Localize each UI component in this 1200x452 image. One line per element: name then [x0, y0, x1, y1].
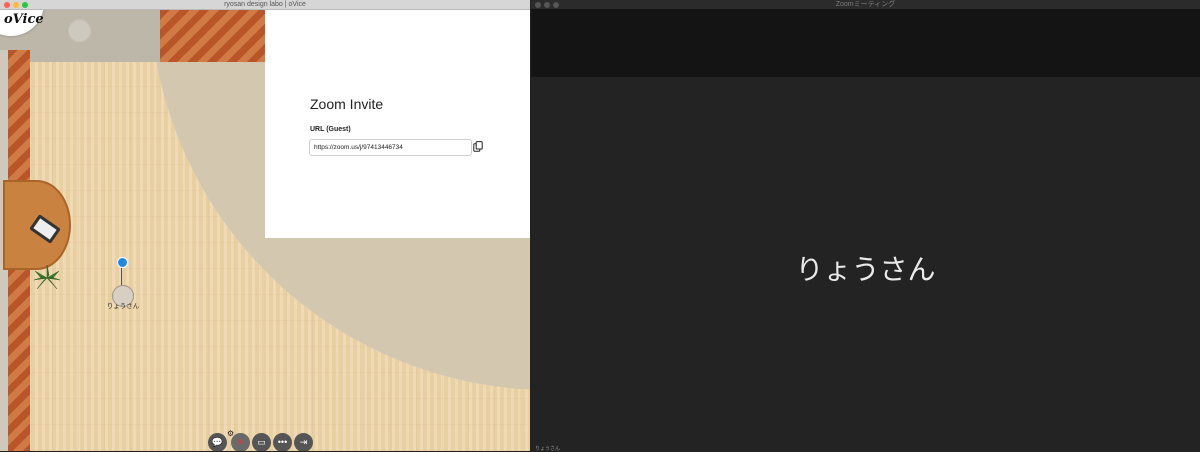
- zoom-invite-panel: Zoom Invite URL (Guest): [265, 10, 530, 238]
- copy-icon[interactable]: [473, 141, 483, 152]
- wood-corner-deck: [160, 10, 265, 62]
- avatar-name-label: りょうさん: [106, 303, 140, 310]
- plant-icon: [33, 264, 61, 290]
- ovice-window-title: ryosan design labo | oVice: [224, 1, 306, 8]
- url-guest-label: URL (Guest): [310, 126, 351, 133]
- chat-icon: 💬: [211, 437, 224, 447]
- mic-toggle-button[interactable]: ✕: [231, 433, 250, 451]
- participant-name: りょうさん: [795, 254, 936, 285]
- avatar-status-pin-icon[interactable]: [117, 257, 128, 268]
- screen-share-button[interactable]: ▭: [252, 433, 271, 451]
- more-icon: •••: [277, 437, 288, 447]
- exit-button[interactable]: ⇥: [294, 433, 313, 451]
- mic-off-icon: ✕: [236, 437, 245, 447]
- zoom-top-bar: [531, 9, 1200, 77]
- ovice-logo-text: oVice: [4, 12, 44, 27]
- zoom-window-title: Zoomミーティング: [835, 1, 896, 8]
- ovice-window: ryosan design labo | oVice oVice りょうさん 💬…: [0, 0, 530, 451]
- zoom-url-input[interactable]: [309, 139, 472, 156]
- screen-share-icon: ▭: [257, 437, 266, 447]
- zoom-window: Zoomミーティング りょうさん りょうさん: [531, 0, 1200, 452]
- more-button[interactable]: •••: [273, 433, 292, 451]
- zoom-invite-title: Zoom Invite: [310, 96, 384, 112]
- chat-button[interactable]: 💬: [208, 433, 227, 451]
- ovice-titlebar: ryosan design labo | oVice: [0, 0, 530, 10]
- exit-icon: ⇥: [299, 437, 308, 447]
